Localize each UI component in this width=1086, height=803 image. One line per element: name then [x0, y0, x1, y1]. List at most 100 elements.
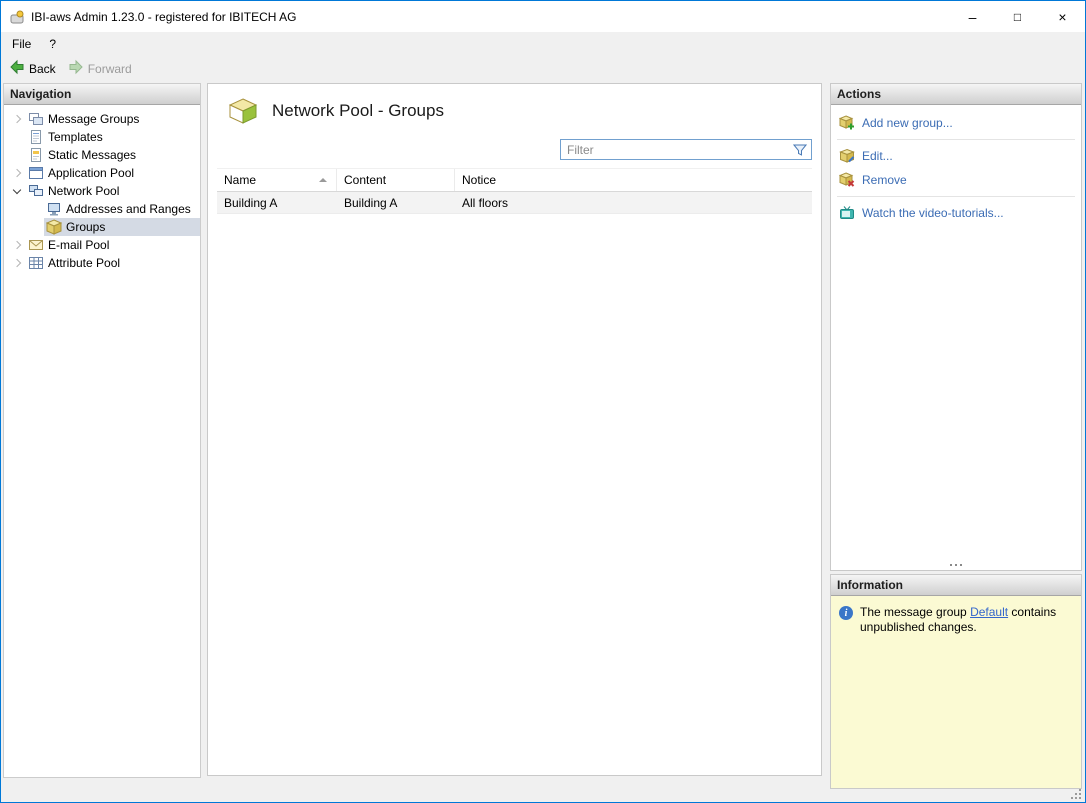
actions-divider	[837, 196, 1075, 197]
info-icon: i	[839, 606, 853, 620]
information-message: The message group Default contains unpub…	[860, 605, 1073, 635]
action-edit[interactable]: Edit...	[831, 144, 1081, 168]
menu-help[interactable]: ?	[40, 34, 65, 54]
tree-item-label: Templates	[48, 130, 103, 144]
main-header: Network Pool - Groups	[208, 84, 821, 133]
expand-collapsed-icon[interactable]	[10, 237, 26, 253]
tree-item-label: Static Messages	[48, 148, 137, 162]
expand-collapsed-icon[interactable]	[10, 111, 26, 127]
action-list: Add new group... Edit... Remove Watch th…	[831, 105, 1081, 225]
action-watch-tutorials[interactable]: Watch the video-tutorials...	[831, 201, 1081, 225]
information-header: Information	[831, 575, 1081, 596]
filter-box	[560, 139, 812, 160]
tree-item-network-pool[interactable]: Network Pool	[4, 182, 200, 200]
forward-button[interactable]: Forward	[64, 57, 140, 80]
email-pool-icon	[28, 237, 44, 253]
filter-input[interactable]	[560, 139, 812, 160]
expand-expanded-icon[interactable]	[10, 183, 26, 199]
tree-item-label: Message Groups	[48, 112, 140, 126]
column-header-notice[interactable]: Notice	[455, 169, 812, 191]
navigation-header: Navigation	[4, 84, 200, 105]
tree-item-addresses-and-ranges[interactable]: Addresses and Ranges	[4, 200, 200, 218]
window-title: IBI-aws Admin 1.23.0 - registered for IB…	[31, 9, 297, 24]
tree-item-label: Attribute Pool	[48, 256, 121, 270]
forward-arrow-icon	[68, 59, 84, 78]
groups-table: Name Content Notice Building A Building …	[217, 168, 812, 214]
information-panel: Information i The message group Default …	[830, 574, 1082, 789]
filter-row	[208, 133, 821, 168]
actions-panel: Actions Add new group... Edit... Remove …	[830, 83, 1082, 571]
groups-icon	[45, 219, 63, 235]
action-add-new-group[interactable]: Add new group...	[831, 111, 1081, 135]
back-button[interactable]: Back	[5, 57, 64, 80]
main-panel: Network Pool - Groups Name Content	[207, 83, 822, 776]
table-header-row: Name Content Notice	[217, 168, 812, 192]
page-title: Network Pool - Groups	[272, 101, 444, 120]
cell-name: Building A	[224, 195, 278, 210]
tree-item-static-messages[interactable]: Static Messages	[4, 146, 200, 164]
templates-icon	[28, 129, 44, 145]
navigation-tree: Message Groups Templates Static Messages…	[4, 105, 200, 272]
message-groups-icon	[28, 111, 44, 127]
default-group-link[interactable]: Default	[970, 605, 1008, 619]
add-group-icon	[838, 115, 855, 131]
tree-item-email-pool[interactable]: E-mail Pool	[4, 236, 200, 254]
tree-item-application-pool[interactable]: Application Pool	[4, 164, 200, 182]
tree-item-message-groups[interactable]: Message Groups	[4, 110, 200, 128]
forward-button-label: Forward	[87, 61, 132, 76]
panel-splitter-handle[interactable]	[950, 564, 962, 567]
menubar: File ?	[1, 32, 1085, 55]
action-remove[interactable]: Remove	[831, 168, 1081, 192]
static-messages-icon	[28, 147, 44, 163]
expander-placeholder	[10, 147, 26, 163]
application-pool-icon	[28, 165, 44, 181]
action-label: Remove	[862, 173, 907, 187]
maximize-button[interactable]: □	[995, 1, 1040, 32]
filter-icon[interactable]	[792, 143, 808, 157]
tree-item-templates[interactable]: Templates	[4, 128, 200, 146]
navigation-panel: Navigation Message Groups Templates Stat…	[3, 83, 201, 778]
app-window: IBI-aws Admin 1.23.0 - registered for IB…	[0, 0, 1086, 803]
network-pool-icon	[28, 183, 44, 199]
groups-box-icon	[228, 97, 258, 125]
column-header-name[interactable]: Name	[217, 169, 337, 191]
back-button-label: Back	[29, 61, 56, 76]
remove-group-icon	[838, 172, 855, 188]
column-header-content[interactable]: Content	[337, 169, 455, 191]
edit-group-icon	[839, 148, 855, 164]
action-label: Add new group...	[862, 116, 953, 130]
table-row[interactable]: Building A Building A All floors	[217, 192, 812, 214]
menu-file[interactable]: File	[3, 34, 40, 54]
close-button[interactable]: ×	[1040, 1, 1085, 32]
tree-item-label: E-mail Pool	[48, 238, 110, 252]
cell-notice: All floors	[462, 195, 509, 210]
actions-header: Actions	[831, 84, 1081, 105]
tree-item-attribute-pool[interactable]: Attribute Pool	[4, 254, 200, 272]
information-message-prefix: The message group	[860, 605, 971, 619]
expander-placeholder	[10, 129, 26, 145]
column-header-name-label: Name	[224, 173, 257, 187]
toolbar: Back Forward	[1, 55, 1085, 82]
action-label: Edit...	[862, 149, 893, 163]
action-label: Watch the video-tutorials...	[862, 206, 1004, 220]
expand-collapsed-icon[interactable]	[10, 165, 26, 181]
expand-collapsed-icon[interactable]	[10, 255, 26, 271]
cell-content: Building A	[344, 195, 398, 210]
tree-item-label: Application Pool	[48, 166, 135, 180]
back-arrow-icon	[9, 59, 25, 78]
resize-grip[interactable]	[1069, 787, 1081, 799]
tree-item-label: Addresses and Ranges	[66, 202, 191, 216]
workspace: Navigation Message Groups Templates Stat…	[2, 82, 1084, 801]
addresses-icon	[46, 201, 62, 217]
minimize-button[interactable]: –	[950, 1, 995, 32]
information-body: i The message group Default contains unp…	[831, 596, 1081, 644]
tv-icon	[839, 205, 855, 221]
sort-ascending-icon	[319, 178, 327, 182]
tree-item-groups[interactable]: Groups	[4, 218, 200, 236]
tree-item-label: Network Pool	[48, 184, 120, 198]
app-icon	[9, 9, 25, 25]
attribute-pool-icon	[28, 255, 44, 271]
actions-divider	[837, 139, 1075, 140]
titlebar: IBI-aws Admin 1.23.0 - registered for IB…	[1, 1, 1085, 32]
tree-item-label: Groups	[66, 220, 106, 234]
